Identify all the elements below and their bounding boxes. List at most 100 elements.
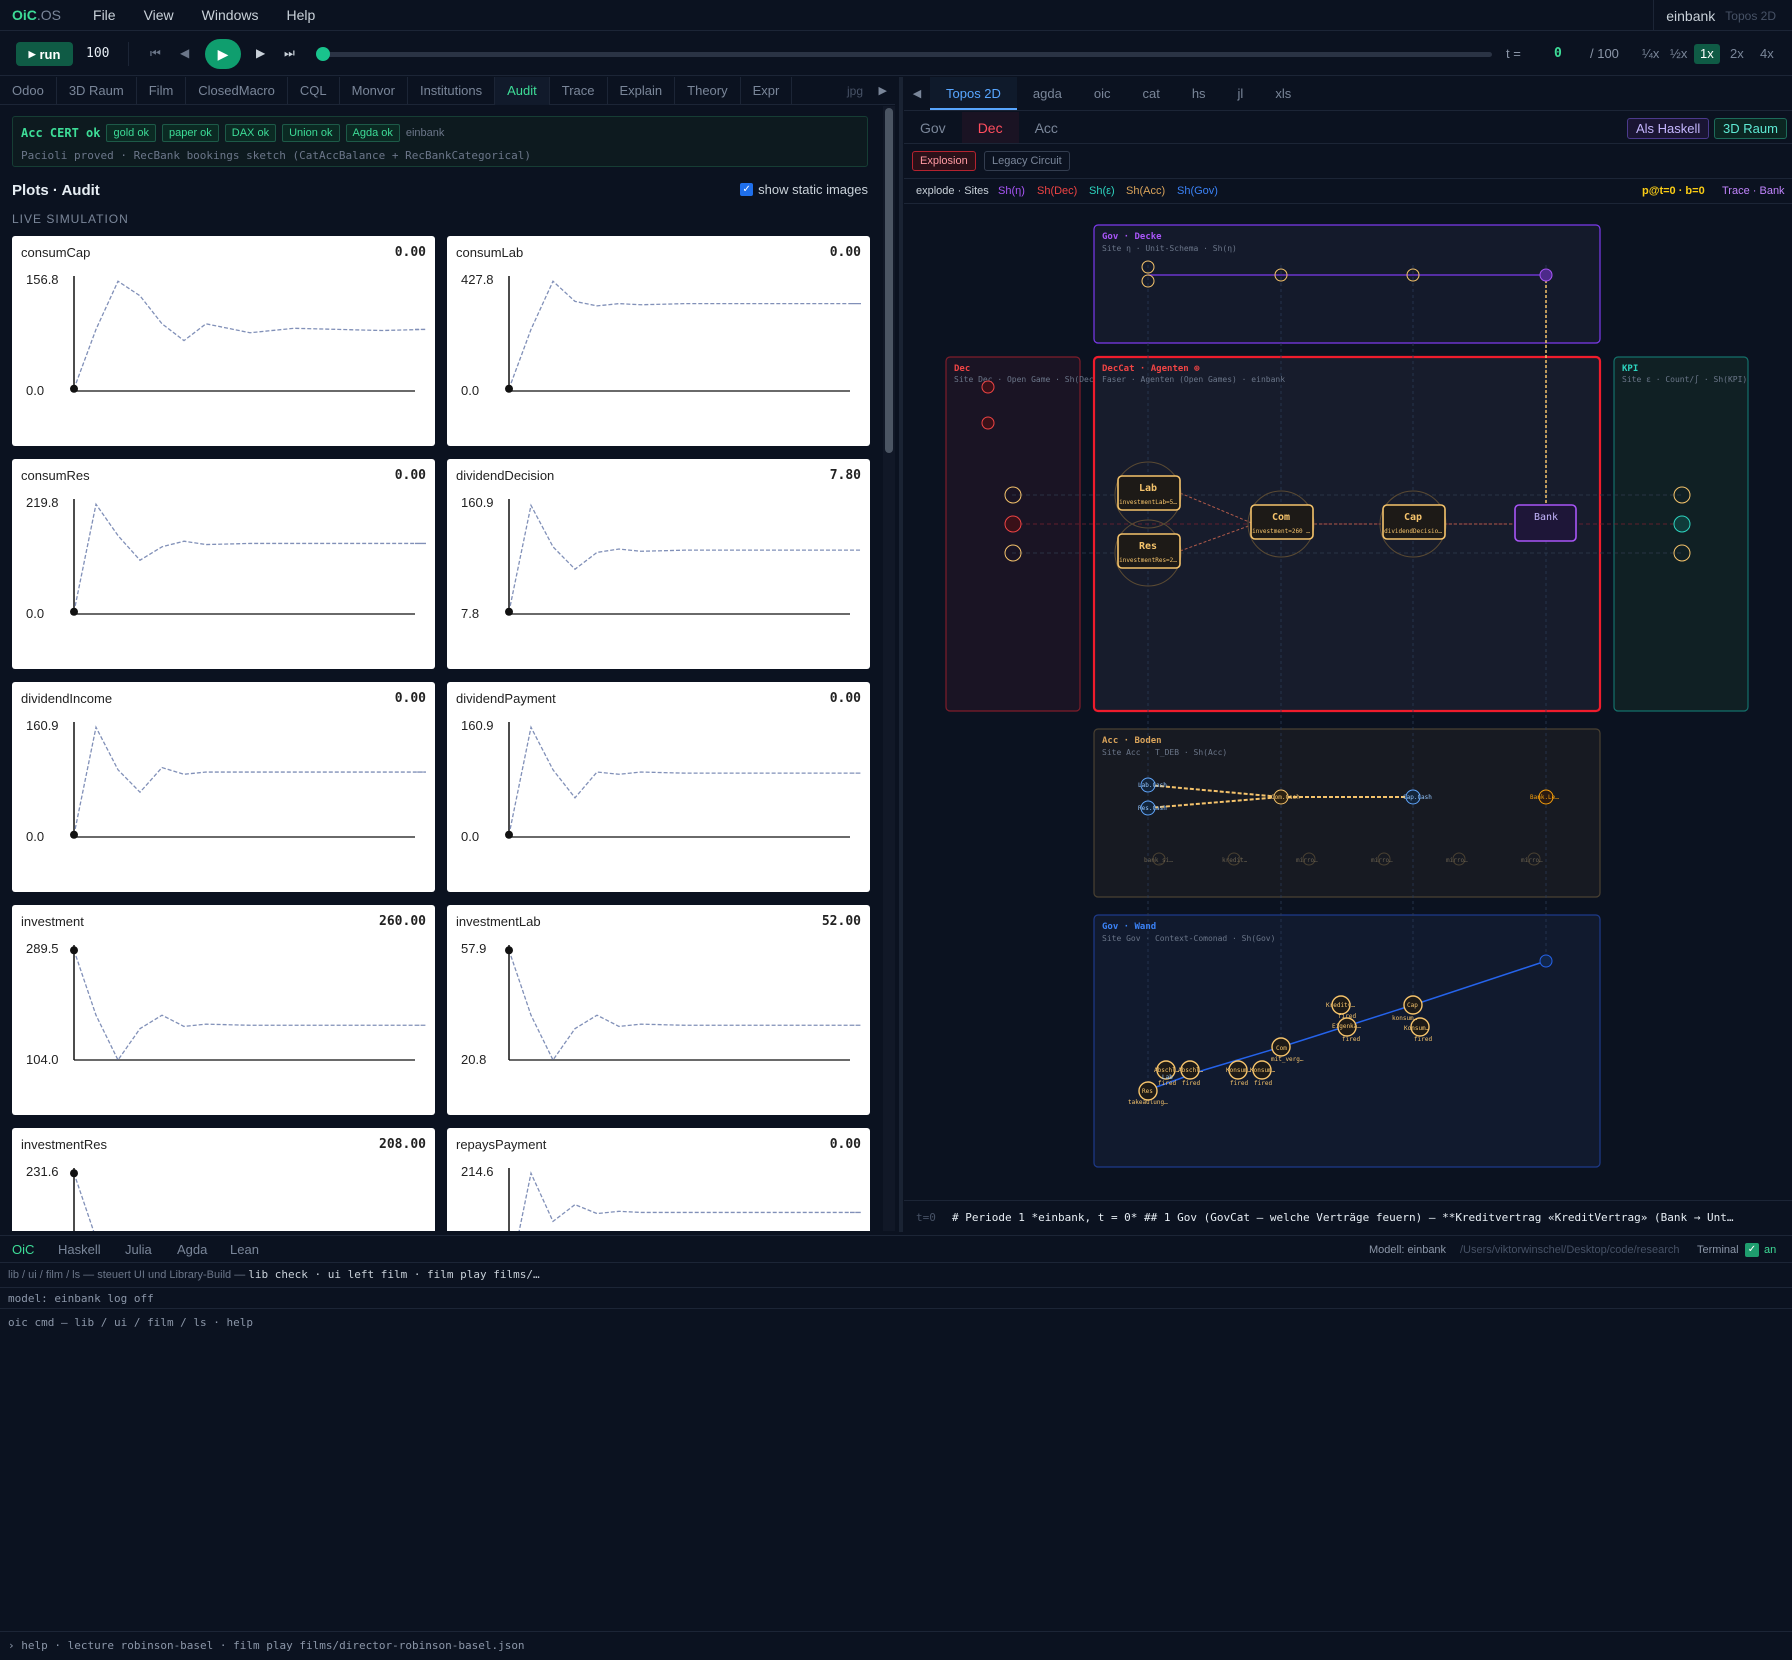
legend-sh-eta[interactable]: Sh(η)	[998, 185, 1025, 197]
menu-windows[interactable]: Windows	[202, 7, 259, 23]
chart-card[interactable]: dividendIncome 0.00 160.9 0.0	[12, 682, 435, 892]
level-dec[interactable]: Dec	[961, 112, 1019, 143]
level-gov[interactable]: Gov	[904, 112, 962, 143]
topos-canvas[interactable]: Gov · Decke Site η · Unit-Schema · Sh(η)…	[904, 205, 1792, 1200]
cert-model: einbank	[405, 127, 445, 139]
chart-plot: 219.8 0.0	[26, 495, 426, 621]
chart-card[interactable]: consumLab 0.00 427.8 0.0	[447, 236, 870, 446]
tab-oic-bottom[interactable]: OiC	[12, 1236, 34, 1264]
timeline-knob[interactable]	[316, 47, 330, 61]
kpi-site[interactable]: KPI Site ε · Count/∫ · Sh(KPI)	[1613, 356, 1749, 712]
level-acc[interactable]: Acc	[1019, 112, 1074, 143]
chart-card[interactable]: investmentLab 52.00 57.9 20.8	[447, 905, 870, 1115]
speed-4x[interactable]: 4x	[1754, 44, 1780, 64]
svg-text:Konsum…: Konsum…	[1226, 1067, 1252, 1074]
legend-sh-acc[interactable]: Sh(Acc)	[1126, 185, 1165, 197]
tab-oic[interactable]: oic	[1078, 77, 1127, 110]
3d-raum-button[interactable]: 3D Raum	[1714, 118, 1787, 139]
svg-text:Bank: Bank	[1534, 512, 1558, 523]
chart-card[interactable]: investment 260.00 289.5 104.0	[12, 905, 435, 1115]
show-static-toggle[interactable]: ✓ show static images	[740, 182, 868, 197]
deccat-title: DecCat · Agenten ⊕	[1102, 364, 1200, 374]
svg-text:Kreditv…: Kreditv…	[1326, 1002, 1355, 1009]
tab-audit[interactable]: Audit	[495, 77, 550, 105]
checkbox-checked-icon[interactable]: ✓	[740, 183, 754, 196]
y-min-label: 0.0	[26, 383, 44, 398]
tab-closedmacro[interactable]: ClosedMacro	[186, 77, 288, 105]
jpg-export[interactable]: jpg	[847, 77, 863, 105]
cert-detail: Pacioli proved · RecBank bookings sketch…	[21, 149, 531, 162]
node-bank[interactable]: Bank	[1514, 504, 1577, 542]
menu-help[interactable]: Help	[286, 7, 315, 23]
tab-expr[interactable]: Expr	[741, 77, 793, 105]
tab-institutions[interactable]: Institutions	[408, 77, 496, 105]
dec-site[interactable]: Dec Site Dec · Open Game · Sh(Dec)	[945, 356, 1099, 712]
tab-xls[interactable]: xls	[1259, 77, 1307, 110]
live-simulation-label: LIVE SIMULATION	[12, 212, 129, 226]
left-scrollbar[interactable]	[883, 106, 895, 1231]
tab-trace[interactable]: Trace	[550, 77, 608, 105]
scrollbar-thumb[interactable]	[885, 108, 893, 453]
skip-start-icon[interactable]: ⏮	[150, 46, 161, 61]
tab-agda-bottom[interactable]: Agda	[177, 1236, 207, 1264]
svg-text:fired: fired	[1230, 1080, 1248, 1087]
gov-bank-node[interactable]	[1539, 954, 1553, 968]
y-min-label: 0.0	[26, 606, 44, 621]
tab-cat[interactable]: cat	[1126, 77, 1175, 110]
speed-half[interactable]: ½x	[1664, 44, 1693, 64]
gov-decke-site[interactable]: Gov · Decke Site η · Unit-Schema · Sh(η)	[1093, 224, 1601, 344]
tab-lean[interactable]: Lean	[230, 1236, 259, 1264]
command-input[interactable]: › help · lecture robinson-basel · film p…	[0, 1631, 1792, 1660]
speed-1x[interactable]: 1x	[1694, 44, 1720, 64]
legend-trace[interactable]: Trace · Bank	[1722, 185, 1785, 197]
step-back-icon[interactable]: ◀	[180, 46, 189, 60]
tab-theory[interactable]: Theory	[675, 77, 741, 105]
explosion-button[interactable]: Explosion	[912, 151, 976, 171]
collapse-left-icon[interactable]: ◀	[904, 77, 930, 110]
step-forward-icon[interactable]: ▶	[256, 46, 265, 60]
chart-card[interactable]: dividendPayment 0.00 160.9 0.0	[447, 682, 870, 892]
chart-card[interactable]: consumCap 0.00 156.8 0.0	[12, 236, 435, 446]
tab-agda[interactable]: agda	[1017, 77, 1078, 110]
tabs-right-arrow-icon[interactable]: ▶	[879, 77, 887, 105]
gov-decke-sub: Site η · Unit-Schema · Sh(η)	[1102, 244, 1237, 253]
app-logo[interactable]: OiC.OS	[12, 7, 61, 23]
chart-card[interactable]: consumRes 0.00 219.8 0.0	[12, 459, 435, 669]
play-button[interactable]: ▶	[205, 39, 241, 69]
timeline-scrubber[interactable]	[320, 52, 1492, 57]
tab-jl[interactable]: jl	[1222, 77, 1260, 110]
speed-quarter[interactable]: ¼x	[1636, 44, 1665, 64]
terminal-toggle-checkbox[interactable]: ✓	[1745, 1243, 1759, 1257]
legend-sh-dec[interactable]: Sh(Dec)	[1037, 185, 1077, 197]
audit-panel: Acc CERT ok gold ok paper ok DAX ok Unio…	[0, 106, 880, 1231]
y-max-label: 427.8	[461, 272, 494, 287]
acc-site[interactable]: Acc · Boden Site Acc · T_DEB · Sh(Acc)	[1093, 728, 1601, 898]
tab-monvor[interactable]: Monvor	[340, 77, 408, 105]
badge-union: Union ok	[282, 124, 340, 142]
bank-top-node[interactable]	[1539, 268, 1553, 282]
tab-film[interactable]: Film	[137, 77, 187, 105]
tab-cql[interactable]: CQL	[288, 77, 340, 105]
menu-view[interactable]: View	[144, 7, 174, 23]
as-haskell-button[interactable]: Als Haskell	[1627, 118, 1710, 139]
tab-julia[interactable]: Julia	[125, 1236, 152, 1264]
chart-card[interactable]: dividendDecision 7.80 160.9 7.8	[447, 459, 870, 669]
skip-end-icon[interactable]: ⏭	[284, 46, 295, 61]
chart-card[interactable]: investmentRes 208.00 231.6	[12, 1128, 435, 1231]
t-value[interactable]: 0	[1554, 46, 1562, 61]
menu-file[interactable]: File	[93, 7, 116, 23]
run-button[interactable]: ▶ run	[16, 42, 73, 66]
tab-topos-2d[interactable]: Topos 2D	[930, 77, 1017, 110]
speed-2x[interactable]: 2x	[1724, 44, 1750, 64]
steps-field[interactable]: 100	[86, 46, 109, 61]
tab-3d-raum[interactable]: 3D Raum	[57, 77, 137, 105]
tab-hs[interactable]: hs	[1176, 77, 1222, 110]
tab-explain[interactable]: Explain	[608, 77, 676, 105]
legend-sh-gov[interactable]: Sh(Gov)	[1177, 185, 1218, 197]
legacy-circuit-button[interactable]: Legacy Circuit	[984, 151, 1070, 171]
pane-divider[interactable]	[899, 77, 903, 1232]
legend-sh-eps[interactable]: Sh(ε)	[1089, 185, 1115, 197]
chart-card[interactable]: repaysPayment 0.00 214.6	[447, 1128, 870, 1231]
tab-haskell[interactable]: Haskell	[58, 1236, 101, 1264]
tab-odoo[interactable]: Odoo	[0, 77, 57, 105]
